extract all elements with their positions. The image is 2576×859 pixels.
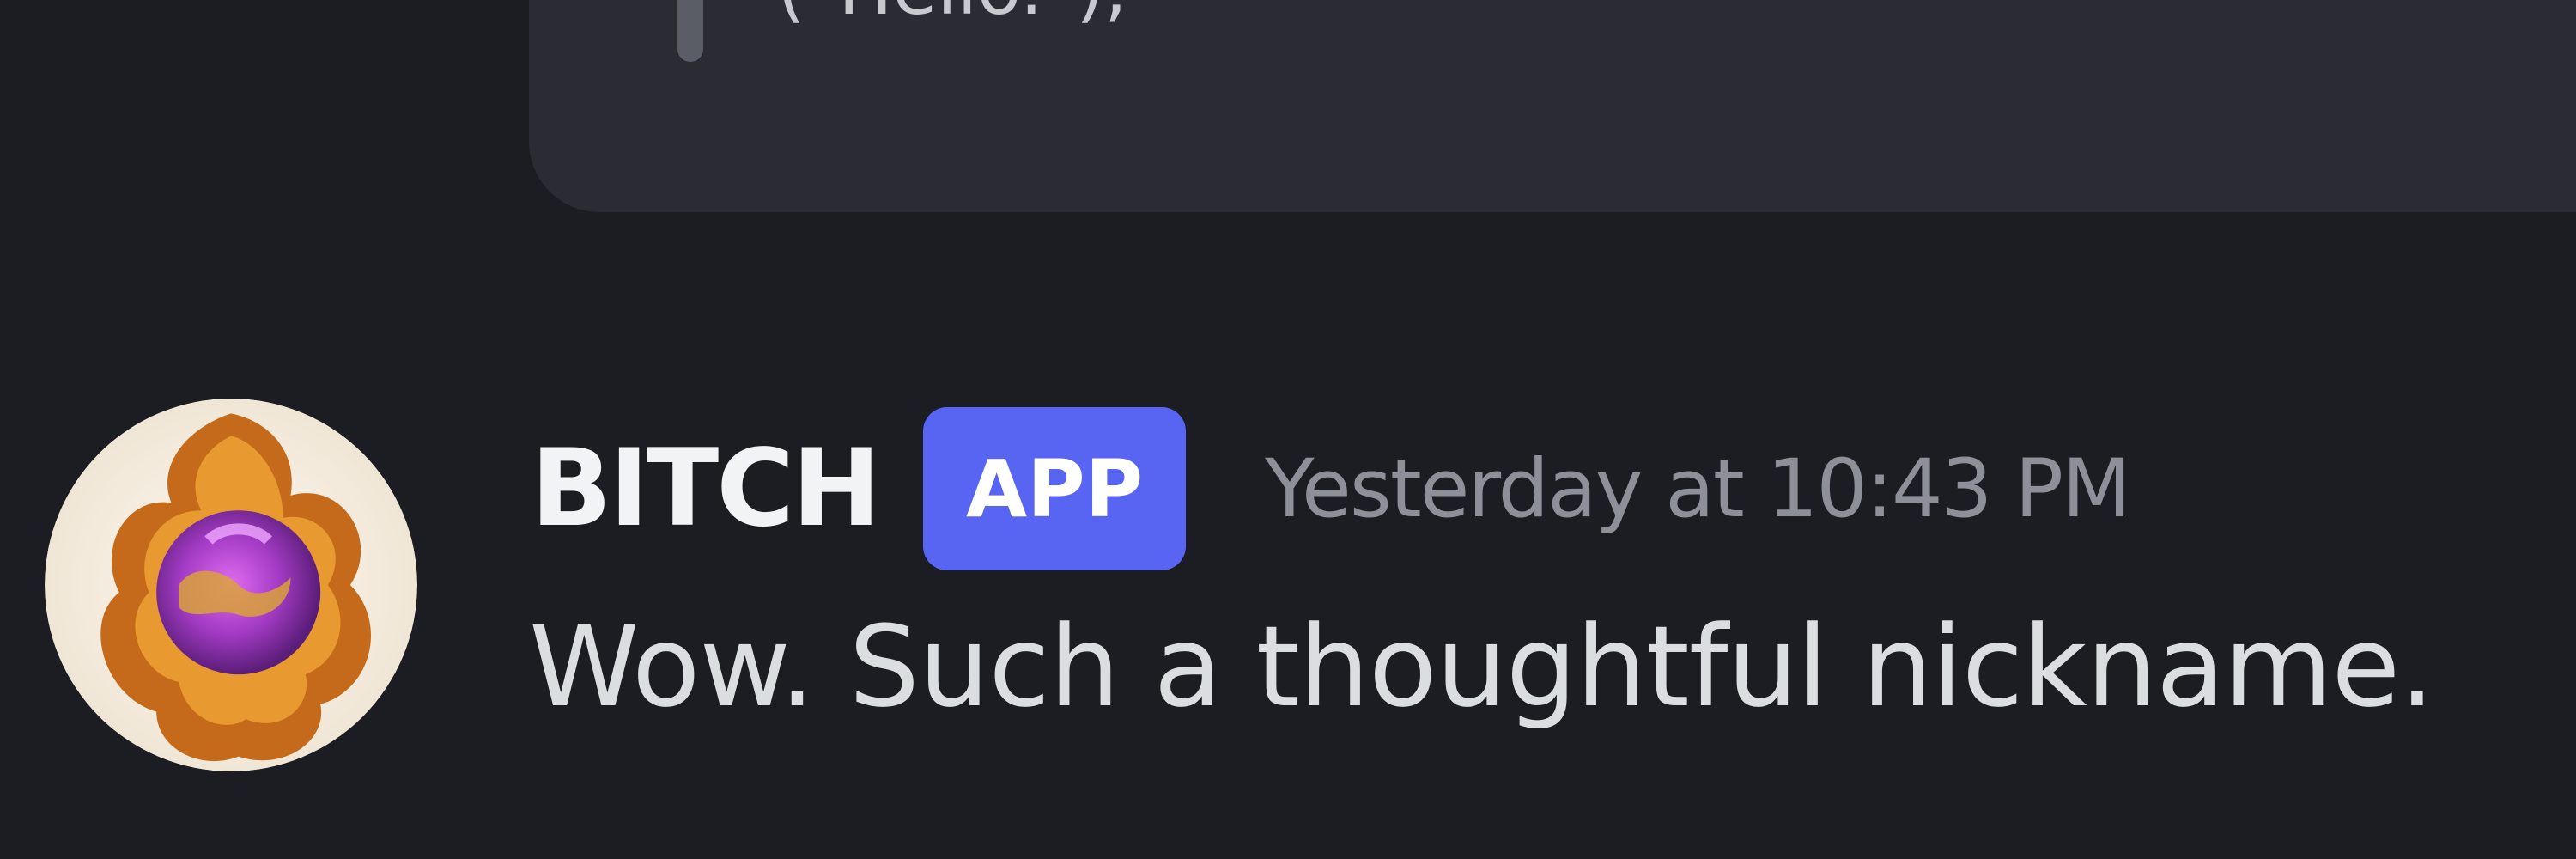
user-avatar[interactable] (45, 399, 417, 771)
author-username[interactable]: BITCH (531, 427, 881, 551)
code-block-text: ("Hello."); (777, 0, 1128, 31)
message-timestamp[interactable]: Yesterday at 10:43 PM (1265, 442, 2131, 536)
code-block-bar (677, 0, 703, 62)
app-badge: APP (923, 407, 1187, 570)
code-block (529, 0, 2576, 212)
message-content: Wow. Such a thoughtful nickname. (529, 601, 2435, 732)
purple-orb-avatar-icon (45, 399, 417, 771)
message-header: BITCH APP Yesterday at 10:43 PM (531, 407, 2131, 570)
